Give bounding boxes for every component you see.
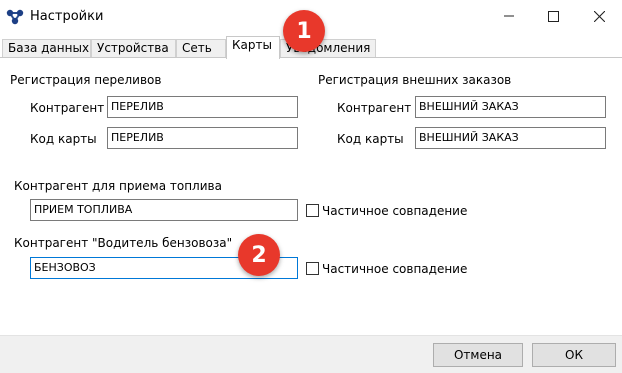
- minimize-icon: [504, 15, 514, 17]
- tanker-driver-partial-match-label: Частичное совпадение: [322, 262, 468, 276]
- close-icon: [593, 10, 605, 22]
- maximize-icon: [547, 10, 559, 22]
- annotation-badge-1: 1: [283, 10, 325, 52]
- tanker-driver-label: Контрагент "Водитель бензовоза": [14, 236, 233, 250]
- overflow-card-code-label: Код карты: [30, 132, 97, 146]
- tab-devices[interactable]: Устройства: [91, 39, 176, 58]
- window-title: Настройки: [30, 9, 104, 24]
- external-counterparty-label: Контрагент: [337, 101, 412, 115]
- maximize-button[interactable]: [530, 0, 576, 32]
- tanker-driver-partial-match-checkbox[interactable]: [306, 262, 319, 275]
- external-card-code-label: Код карты: [337, 132, 404, 146]
- tab-cards[interactable]: Карты: [226, 36, 280, 59]
- overflow-card-code-field[interactable]: ПЕРЕЛИВ: [107, 127, 298, 149]
- external-card-code-field[interactable]: ВНЕШНИЙ ЗАКАЗ: [415, 127, 606, 149]
- dialog-footer: Отмена ОК: [0, 335, 622, 373]
- network-icon: [6, 9, 24, 25]
- fuel-receipt-label: Контрагент для приема топлива: [14, 179, 222, 193]
- ok-button[interactable]: ОК: [532, 343, 616, 367]
- external-orders-heading: Регистрация внешних заказов: [318, 73, 512, 87]
- fuel-receipt-partial-match-checkbox[interactable]: [306, 204, 319, 217]
- tab-network[interactable]: Сеть: [176, 39, 226, 58]
- minimize-button[interactable]: [486, 0, 532, 32]
- overflow-registration-heading: Регистрация переливов: [10, 73, 162, 87]
- external-counterparty-field[interactable]: ВНЕШНИЙ ЗАКАЗ: [415, 96, 606, 118]
- tab-database[interactable]: База данных: [2, 39, 91, 58]
- tab-divider: [0, 57, 622, 58]
- fuel-receipt-partial-match-label: Частичное совпадение: [322, 204, 468, 218]
- cancel-button[interactable]: Отмена: [433, 343, 523, 367]
- annotation-badge-2: 2: [238, 234, 280, 276]
- close-button[interactable]: [576, 0, 622, 32]
- fuel-receipt-field[interactable]: ПРИЕМ ТОПЛИВА: [30, 199, 298, 221]
- overflow-counterparty-label: Контрагент: [30, 101, 105, 115]
- overflow-counterparty-field[interactable]: ПЕРЕЛИВ: [107, 96, 298, 118]
